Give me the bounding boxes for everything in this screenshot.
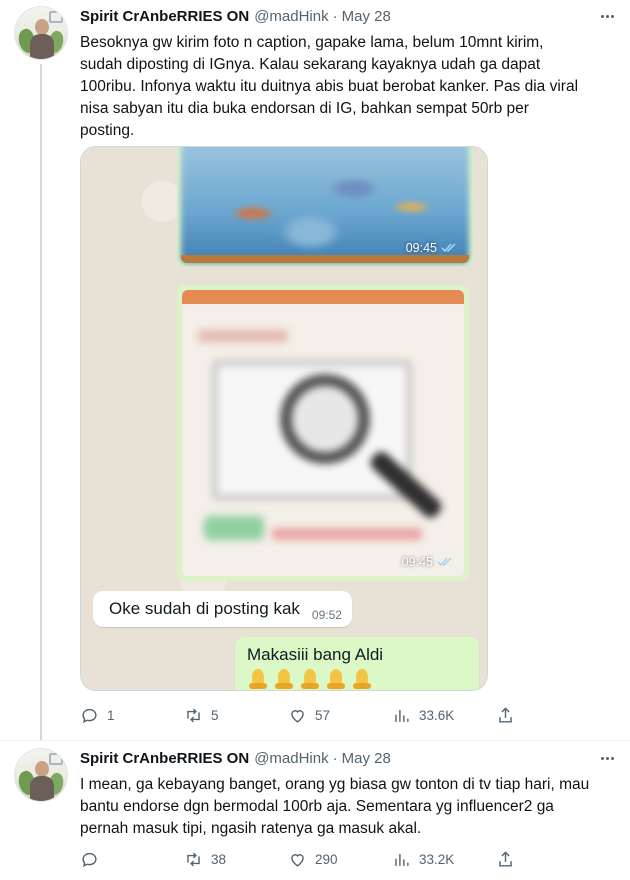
author-handle[interactable]: @madHink (254, 8, 328, 25)
tweet[interactable]: Spirit CrAnbeRRIES ON @madHink · May 28 … (0, 740, 630, 880)
like-icon (291, 853, 304, 867)
incoming-message-bubble: Oke sudah di posting kak 09:52 (93, 591, 352, 627)
folded-hands-emoji-row (247, 669, 467, 689)
folded-hands-icon (325, 669, 347, 689)
read-ticks-icon (437, 557, 452, 567)
views-count: 33.2K (419, 851, 455, 867)
tweet-actions: 1 5 57 33.6K (80, 704, 560, 726)
reply-icon (82, 852, 97, 867)
share-icon (499, 706, 512, 723)
like-count: 290 (315, 851, 338, 867)
tweet-text: I mean, ga kebayang banget, orang yg bia… (80, 776, 590, 837)
retweet-icon (187, 708, 200, 722)
views-button[interactable]: 33.2K (392, 850, 496, 869)
avatar[interactable] (14, 6, 68, 60)
tweet[interactable]: Spirit CrAnbeRRIES ON @madHink · May 28 … (0, 0, 630, 740)
more-icon[interactable] (596, 6, 618, 26)
author-name[interactable]: Spirit CrAnbeRRIES ON (80, 8, 249, 25)
blurred-photo (182, 290, 464, 576)
tweet-media-screenshot[interactable]: 09:45 09:45 Oke sudah di posting kak 09:… (80, 146, 488, 691)
tweet-header: Spirit CrAnbeRRIES ON @madHink · May 28 (80, 6, 391, 26)
views-icon (395, 853, 409, 866)
like-count: 57 (315, 707, 331, 723)
message-timestamp: 09:45 (402, 555, 453, 569)
chat-image-bubble: 09:45 (177, 285, 469, 581)
share-button[interactable] (496, 850, 536, 869)
outgoing-message-bubble: Makasiii bang Aldi (235, 637, 479, 690)
reply-icon (82, 708, 97, 723)
retweet-button[interactable]: 5 (184, 706, 288, 725)
author-name[interactable]: Spirit CrAnbeRRIES ON (80, 750, 249, 767)
tweet-date[interactable]: May 28 (342, 750, 391, 767)
separator-dot: · (332, 749, 338, 767)
message-timestamp: 09:52 (311, 608, 342, 622)
separator-dot: · (332, 7, 338, 25)
retweet-count: 38 (211, 851, 227, 867)
author-handle[interactable]: @madHink (254, 750, 328, 767)
retweet-icon (187, 852, 200, 866)
thread-line (40, 64, 42, 740)
message-timestamp: 09:45 (406, 241, 457, 255)
folded-hands-icon (247, 669, 269, 689)
folded-hands-icon (273, 669, 295, 689)
share-button[interactable] (496, 706, 536, 725)
views-icon (395, 709, 409, 722)
like-icon (291, 709, 304, 723)
retweet-button[interactable]: 38 (184, 850, 288, 869)
read-ticks-icon (441, 243, 456, 253)
retweet-count: 5 (211, 707, 219, 723)
avatar[interactable] (14, 748, 68, 802)
tweet-header: Spirit CrAnbeRRIES ON @madHink · May 28 (80, 748, 391, 768)
share-icon (499, 850, 512, 867)
views-button[interactable]: 33.6K (392, 706, 496, 725)
outgoing-message-text: Makasiii bang Aldi (247, 645, 384, 664)
like-button[interactable]: 57 (288, 706, 392, 725)
tweet-text: Besoknya gw kirim foto n caption, gapake… (80, 34, 579, 139)
folded-hands-icon (299, 669, 321, 689)
tweet-date[interactable]: May 28 (342, 8, 391, 25)
reply-button[interactable] (80, 850, 184, 869)
chat-image-bubble: 09:45 (177, 147, 473, 267)
reply-button[interactable]: 1 (80, 706, 184, 725)
tweet-actions: 38 290 33.2K (80, 848, 560, 870)
views-count: 33.6K (419, 707, 455, 723)
like-button[interactable]: 290 (288, 850, 392, 869)
more-icon[interactable] (596, 748, 618, 768)
folded-hands-icon (351, 669, 373, 689)
reply-count: 1 (107, 707, 115, 723)
incoming-message-text: Oke sudah di posting kak (109, 599, 300, 618)
